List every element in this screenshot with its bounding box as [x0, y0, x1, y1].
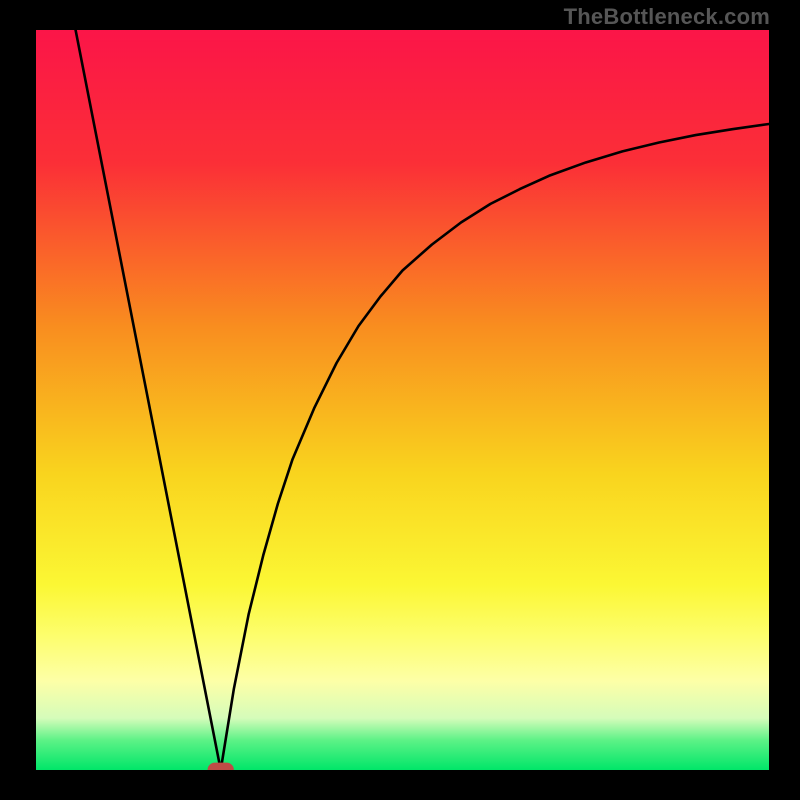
watermark-text: TheBottleneck.com	[564, 4, 770, 30]
plot-area	[36, 30, 769, 770]
chart-frame: TheBottleneck.com	[0, 0, 800, 800]
gradient-background	[36, 30, 769, 770]
min-marker	[208, 763, 234, 770]
min-marker-group	[208, 763, 234, 770]
chart-svg	[36, 30, 769, 770]
